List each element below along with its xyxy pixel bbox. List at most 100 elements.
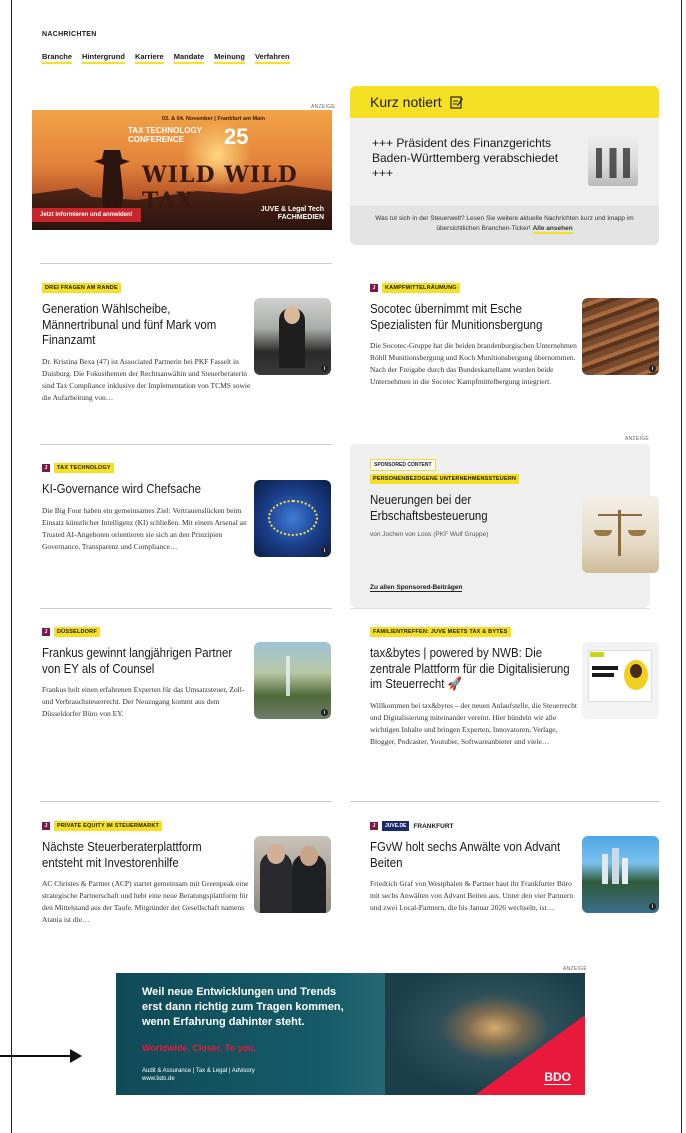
article-teaser: Willkommen bei tax&bytes – der neuen Anl…: [370, 700, 577, 746]
alle-ansehen-link[interactable]: Alle ansehen: [532, 225, 573, 234]
ad-date: 03. & 04. November | Frankfurt am Main: [162, 116, 266, 122]
ad-brand: JUVE & Legal Tech FACHMEDIEN: [261, 206, 324, 222]
article-card[interactable]: J PRIVATE EQUITY IM STEUERMARKT Nächste S…: [42, 821, 252, 926]
divider: [350, 608, 650, 609]
article-card[interactable]: J KAMPFMITTELRÄUMUNG Socotec übernimmt mi…: [370, 283, 580, 388]
kurz-notiert-headline[interactable]: +++ Präsident des Finanzgerichts Baden-W…: [372, 136, 572, 181]
article-teaser: Die Socotec-Gruppe hat die beiden brande…: [370, 341, 577, 386]
ad-label: ANZEIGE: [625, 436, 650, 442]
article-title[interactable]: tax&bytes | powered by NWB: Die zentrale…: [370, 645, 572, 692]
nav-link-mandate[interactable]: Mandate: [173, 52, 205, 64]
ad-brand-line1: JUVE & Legal Tech: [260, 206, 324, 213]
sponsored-box[interactable]: SPONSORED CONTENT PERSONENBEZOGENE UNTER…: [350, 444, 659, 608]
article-teaser: Frankus holt einen erfahrenen Experten f…: [42, 685, 245, 718]
ad-bottom-slogan: Worldwide. Closer. To you.: [142, 1043, 257, 1053]
ad-bottom-line2: erst dann richtig zum Tragen kommen,: [142, 1001, 344, 1013]
article-title[interactable]: FGvW holt sechs Anwälte von Advant Beite…: [370, 839, 572, 870]
article-card[interactable]: FAMILIENTREFFEN: JUVE MEETS TAX & BYTES …: [370, 627, 580, 748]
info-icon[interactable]: i: [649, 903, 656, 910]
article-image[interactable]: i: [254, 642, 331, 719]
kurz-notiert-title: Kurz notiert: [370, 94, 442, 110]
ad-banner-tax-conference[interactable]: 03. & 04. November | Frankfurt am Main T…: [32, 110, 332, 230]
nav-link-verfahren[interactable]: Verfahren: [254, 52, 290, 64]
article-teaser: Friedrich Graf von Westphalen & Partner …: [370, 879, 574, 912]
article-image[interactable]: [254, 836, 331, 913]
article-tag[interactable]: PRIVATE EQUITY IM STEUERMARKT: [54, 821, 163, 831]
article-image[interactable]: i: [254, 298, 331, 375]
article-tag[interactable]: DREI FRAGEN AM RANDE: [42, 283, 121, 293]
divider: [40, 801, 332, 802]
ad-bottom-small: Audit & Assurance | Tax & Legal | Adviso…: [142, 1067, 255, 1083]
juve-de-badge[interactable]: JUVE.DE: [382, 821, 410, 831]
sponsored-title[interactable]: Neuerungen bei der Erbschaftsbesteuerung: [370, 492, 555, 523]
ad-banner-bdo[interactable]: Weil neue Entwicklungen und Trends erst …: [116, 973, 585, 1095]
article-image[interactable]: i: [254, 480, 331, 557]
article-title[interactable]: KI-Governance wird Chefsache: [42, 481, 244, 497]
ad-conference-line1: TAX TECHNOLOGY: [128, 126, 203, 135]
juve-steuermarkt-icon: J: [370, 822, 378, 830]
juve-steuermarkt-icon: J: [42, 822, 50, 830]
nav-link-branche[interactable]: Branche: [42, 52, 73, 64]
category-nav: Branche Hintergrund Karriere Mandate Mei…: [42, 52, 290, 64]
ad-number: 25: [224, 124, 249, 149]
ad-bottom-headline: Weil neue Entwicklungen und Trends erst …: [142, 985, 344, 1030]
edit-note-icon: [449, 96, 463, 109]
article-image[interactable]: i: [582, 298, 659, 375]
article-tag[interactable]: TAX TECHNOLOGY: [54, 463, 114, 473]
article-image[interactable]: i: [582, 836, 659, 913]
article-tag[interactable]: DÜSSELDORF: [54, 627, 100, 637]
article-title[interactable]: Socotec übernimmt mit Esche Spezialisten…: [370, 301, 572, 332]
frame-left-border: [11, 0, 12, 1133]
article-teaser: AC Christes & Partner (ACP) startet geme…: [42, 879, 249, 924]
kurz-notiert-box: Kurz notiert +++ Präsident des Finanzger…: [350, 86, 659, 245]
ad-conference-line2: CONFERENCE: [128, 135, 185, 144]
sponsored-author: von Jochen von Loos (PKF Wulf Gruppe): [370, 531, 489, 538]
nav-link-meinung[interactable]: Meinung: [214, 52, 245, 64]
ad-bottom-line1: Weil neue Entwicklungen und Trends: [142, 986, 337, 998]
article-teaser: Die Big Four haben ein gemeinsames Ziel:…: [42, 505, 247, 551]
all-sponsored-link[interactable]: Zu allen Sponsored-Beiträgen: [370, 584, 463, 592]
article-image[interactable]: [582, 642, 659, 719]
article-title[interactable]: Nächste Steuerberaterplattform entsteht …: [42, 839, 244, 870]
article-city[interactable]: FRANKFURT: [413, 823, 453, 830]
article-card[interactable]: J TAX TECHNOLOGY KI-Governance wird Chefs…: [42, 463, 252, 553]
nav-link-hintergrund[interactable]: Hintergrund: [82, 52, 125, 64]
ad-bottom-url: www.bdo.de: [142, 1076, 175, 1082]
article-teaser: Dr. Kristina Bexa (47) ist Associated Pa…: [42, 356, 251, 402]
juve-steuermarkt-icon: J: [42, 464, 50, 472]
ad-cta-button[interactable]: Jetzt informieren und anmelden!: [32, 208, 141, 222]
divider: [40, 608, 332, 609]
bdo-logo: BDO: [544, 1070, 571, 1085]
article-title[interactable]: Generation Wählscheibe, Männertribunal u…: [42, 301, 244, 348]
ad-conference-title: TAX TECHNOLOGY CONFERENCE: [128, 126, 202, 144]
article-tag[interactable]: FAMILIENTREFFEN: JUVE MEETS TAX & BYTES: [370, 627, 511, 637]
ad-bottom-line3: wenn Erfahrung dahinter steht.: [142, 1016, 305, 1028]
kurz-notiert-image[interactable]: [588, 136, 638, 186]
ad-bottom-services: Audit & Assurance | Tax & Legal | Adviso…: [142, 1068, 255, 1074]
juve-steuermarkt-icon: J: [42, 628, 50, 636]
divider: [40, 263, 332, 264]
article-card[interactable]: DREI FRAGEN AM RANDE Generation Wählsche…: [42, 283, 252, 404]
info-icon[interactable]: i: [321, 365, 328, 372]
kurz-footer-text: Was tut sich in der Steuerwelt? Lesen Si…: [375, 215, 634, 232]
juve-steuermarkt-icon: J: [370, 284, 378, 292]
info-icon[interactable]: i: [649, 365, 656, 372]
frame-right-border: [681, 0, 682, 1133]
arrow-line: [0, 1055, 72, 1057]
nav-link-karriere[interactable]: Karriere: [134, 52, 164, 64]
info-icon[interactable]: i: [321, 547, 328, 554]
info-icon[interactable]: i: [321, 709, 328, 716]
divider: [40, 444, 332, 445]
arrow-right-icon: [70, 1049, 82, 1063]
kurz-notiert-footer: Was tut sich in der Steuerwelt? Lesen Si…: [350, 206, 659, 245]
sponsored-badge: SPONSORED CONTENT: [370, 459, 436, 471]
article-title[interactable]: Frankus gewinnt langjährigen Partner von…: [42, 645, 244, 676]
sponsored-tag[interactable]: PERSONENBEZOGENE UNTERNEHMENSSTEUERN: [370, 474, 520, 484]
sponsored-image[interactable]: [582, 496, 659, 573]
article-card[interactable]: J JUVE.DE FRANKFURT FGvW holt sechs Anwält…: [370, 821, 580, 914]
article-card[interactable]: J DÜSSELDORF Frankus gewinnt langjährigen…: [42, 627, 252, 720]
divider: [350, 801, 660, 802]
ad-label: ANZEIGE: [563, 966, 588, 972]
kurz-notiert-header: Kurz notiert: [350, 86, 659, 118]
article-tag[interactable]: KAMPFMITTELRÄUMUNG: [382, 283, 460, 293]
